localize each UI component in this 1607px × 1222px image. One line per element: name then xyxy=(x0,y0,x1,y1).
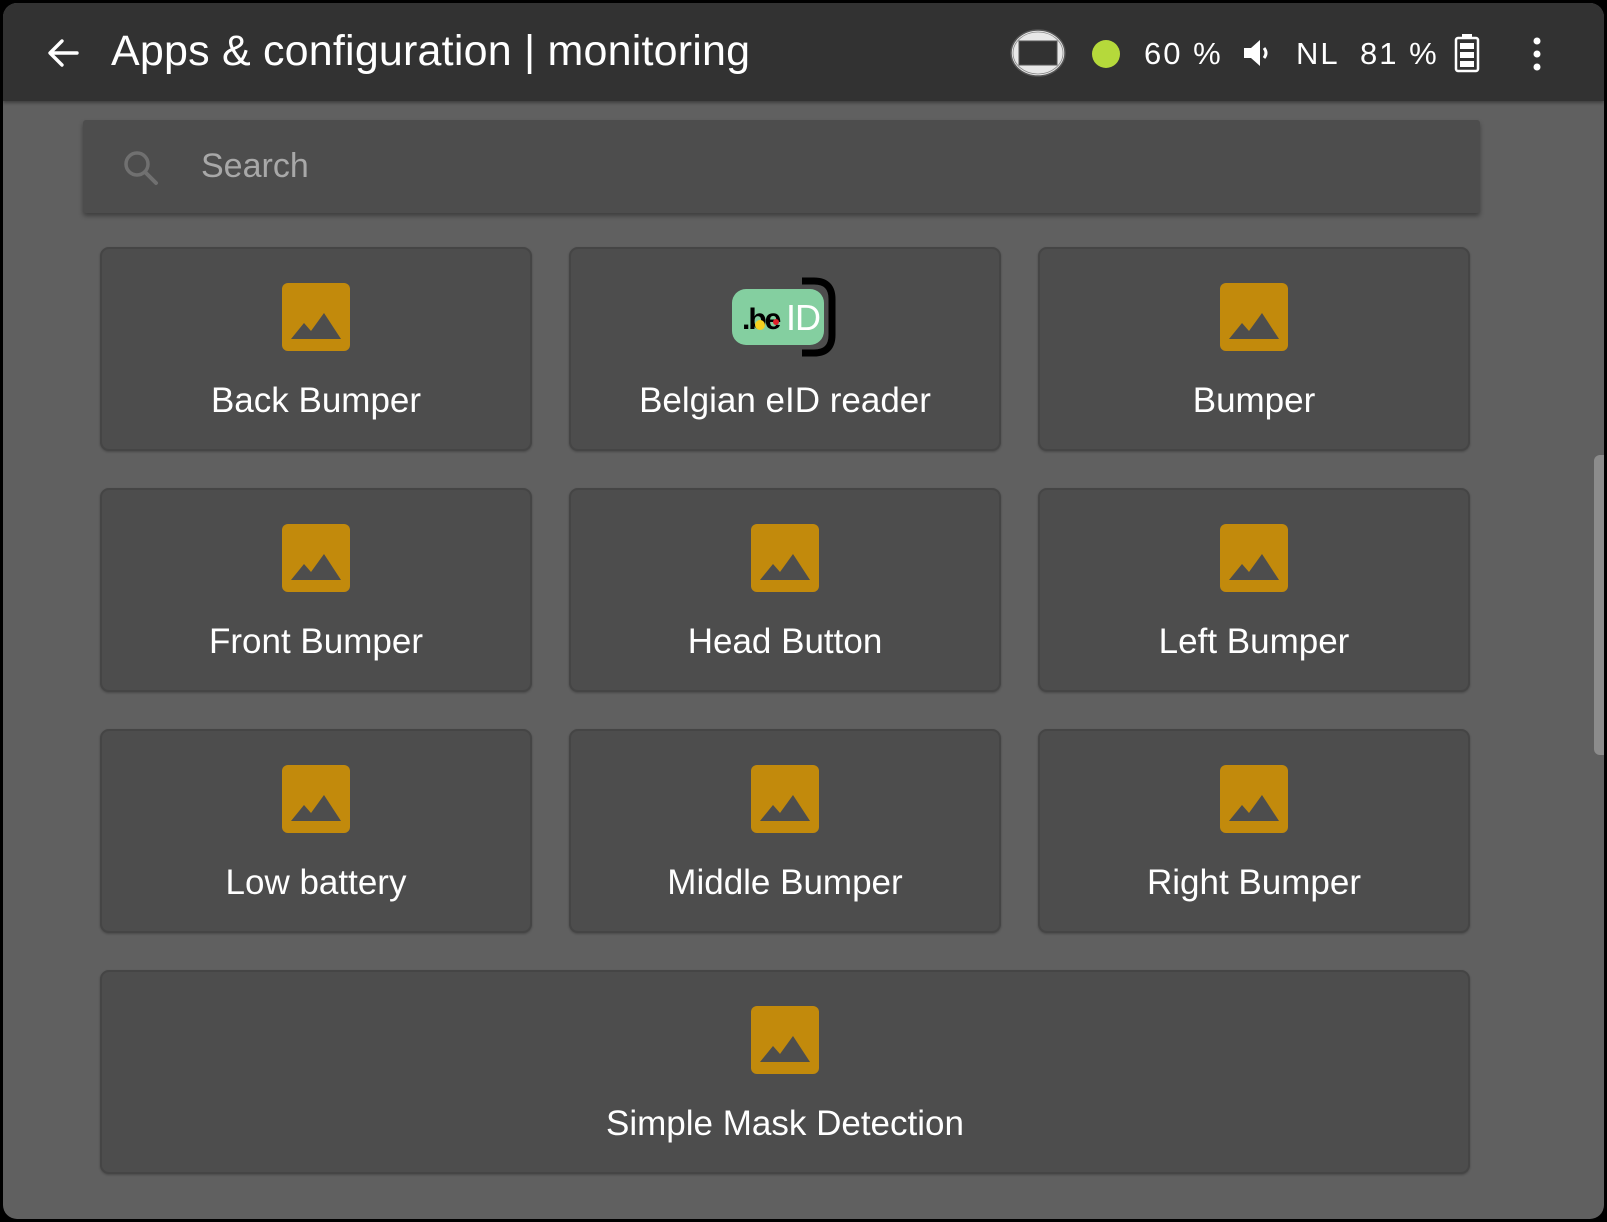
search-icon xyxy=(124,151,158,185)
app-card-label: Front Bumper xyxy=(209,622,423,661)
app-window: Apps & configuration | monitoring 60 % N… xyxy=(3,3,1604,1219)
language-indicator[interactable]: NL xyxy=(1296,36,1340,72)
top-bar: Apps & configuration | monitoring 60 % N… xyxy=(3,3,1604,101)
volume-percent: 60 % xyxy=(1144,36,1223,71)
app-card-low-battery[interactable]: Low battery xyxy=(100,729,532,933)
app-card-front-bumper[interactable]: Front Bumper xyxy=(100,488,532,692)
app-card-head-button[interactable]: Head Button xyxy=(569,488,1001,692)
beid-suffix: ID xyxy=(786,297,820,338)
image-placeholder-icon xyxy=(1220,765,1288,833)
image-placeholder-icon xyxy=(282,524,350,592)
beid-logo-icon: .be ID xyxy=(732,277,836,357)
scrollbar-thumb[interactable] xyxy=(1594,455,1604,755)
app-card-label: Head Button xyxy=(687,622,883,661)
back-arrow-icon[interactable] xyxy=(43,33,83,73)
app-card-right-bumper[interactable]: Right Bumper xyxy=(1038,729,1470,933)
app-card-back-bumper[interactable]: Back Bumper xyxy=(100,247,532,451)
battery-icon xyxy=(1454,34,1480,73)
app-grid: Back Bumper .be ID Belgian eID reader Bu… xyxy=(100,247,1472,1174)
app-card-label: Left Bumper xyxy=(1158,622,1350,661)
image-placeholder-icon xyxy=(1220,524,1288,592)
image-placeholder-icon xyxy=(282,283,350,351)
connection-status-dot xyxy=(1092,40,1120,68)
app-card-label: Low battery xyxy=(225,863,407,902)
app-card-belgian-eid-reader[interactable]: .be ID Belgian eID reader xyxy=(569,247,1001,451)
app-card-middle-bumper[interactable]: Middle Bumper xyxy=(569,729,1001,933)
image-placeholder-icon xyxy=(282,765,350,833)
app-card-label: Belgian eID reader xyxy=(639,381,931,420)
search-input[interactable] xyxy=(201,138,1401,194)
app-card-label: Bumper xyxy=(1192,381,1316,420)
search-bar xyxy=(83,120,1480,213)
image-placeholder-icon xyxy=(751,765,819,833)
screen-mirror-icon[interactable] xyxy=(1009,28,1067,78)
image-placeholder-icon xyxy=(751,1006,819,1074)
app-card-left-bumper[interactable]: Left Bumper xyxy=(1038,488,1470,692)
image-placeholder-icon xyxy=(1220,283,1288,351)
speaker-icon[interactable] xyxy=(1242,37,1272,69)
app-card-bumper[interactable]: Bumper xyxy=(1038,247,1470,451)
app-card-label: Middle Bumper xyxy=(667,863,903,902)
status-area: 60 % NL 81 % xyxy=(984,3,1604,101)
app-card-label: Back Bumper xyxy=(210,381,422,420)
app-card-label: Simple Mask Detection xyxy=(606,1104,964,1143)
more-vertical-icon[interactable] xyxy=(1529,36,1545,72)
page-title: Apps & configuration | monitoring xyxy=(111,27,751,75)
app-card-simple-mask-detection[interactable]: Simple Mask Detection xyxy=(100,970,1470,1174)
app-card-label: Right Bumper xyxy=(1147,863,1361,902)
battery-percent: 81 % xyxy=(1360,36,1439,71)
image-placeholder-icon xyxy=(751,524,819,592)
